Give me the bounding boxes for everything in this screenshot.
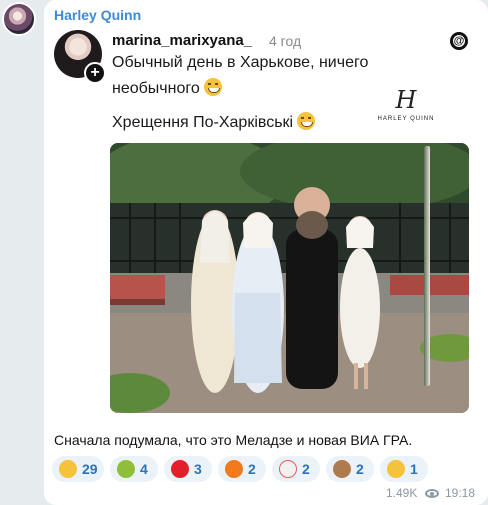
reaction-heart[interactable]: 3	[164, 456, 212, 482]
post-text-line2-text: необычного	[112, 80, 200, 97]
sender-name[interactable]: Harley Quinn	[54, 7, 141, 23]
post-text-line2: необычного	[112, 78, 222, 98]
post-text-line3: Хрещення По-Харківські	[112, 112, 316, 132]
reaction-fire[interactable]: 2	[218, 456, 266, 482]
reaction-grinning-squinting[interactable]: 29	[52, 456, 104, 482]
threads-embed[interactable]: + marina_marixyana_ 4 год @ Обычный день…	[54, 30, 484, 426]
reaction-count: 4	[140, 461, 148, 477]
reaction-count: 2	[248, 461, 256, 477]
fire-icon	[225, 460, 243, 478]
brand-text: HARLEY QUINN	[377, 116, 435, 122]
message-time: 19:18	[445, 486, 476, 500]
clown-face-icon	[279, 460, 297, 478]
reaction-count: 1	[410, 461, 418, 477]
embed-username[interactable]: marina_marixyana_	[112, 32, 252, 49]
brand-logo: H HARLEY QUINN	[376, 88, 436, 126]
reaction-nauseated[interactable]: 4	[110, 456, 158, 482]
red-heart-icon	[171, 460, 189, 478]
threads-logo-icon: @	[450, 32, 468, 50]
next-photo-edge[interactable]	[424, 146, 430, 386]
message-caption: Сначала подумала, что это Меладзе и нова…	[54, 432, 413, 448]
views-count: 1.49K	[386, 486, 418, 500]
post-photo[interactable]	[110, 143, 469, 413]
reaction-count: 2	[302, 461, 310, 477]
reaction-clown[interactable]: 2	[272, 456, 320, 482]
reaction-count: 29	[82, 461, 98, 477]
thumbs-up-icon	[387, 460, 405, 478]
channel-avatar[interactable]	[2, 2, 36, 36]
photo-illustration	[110, 143, 469, 413]
reaction-count: 3	[194, 461, 202, 477]
follow-plus-icon[interactable]: +	[84, 62, 106, 84]
nauseated-face-icon	[117, 460, 135, 478]
post-text-line3-text: Хрещення По-Харківські	[112, 114, 294, 131]
reaction-thumbs-up[interactable]: 1	[380, 456, 428, 482]
grinning-face-icon	[203, 78, 222, 96]
brand-mark: H	[395, 86, 417, 114]
see-no-evil-monkey-icon	[333, 460, 351, 478]
reaction-count: 2	[356, 461, 364, 477]
reaction-monkey[interactable]: 2	[326, 456, 374, 482]
post-age: 4 год	[269, 33, 302, 49]
eye-icon	[425, 489, 439, 498]
grinning-squinting-face-icon	[59, 460, 77, 478]
post-text-line1: Обычный день в Харькове, ничего	[112, 54, 369, 71]
grinning-face-icon	[297, 112, 316, 130]
